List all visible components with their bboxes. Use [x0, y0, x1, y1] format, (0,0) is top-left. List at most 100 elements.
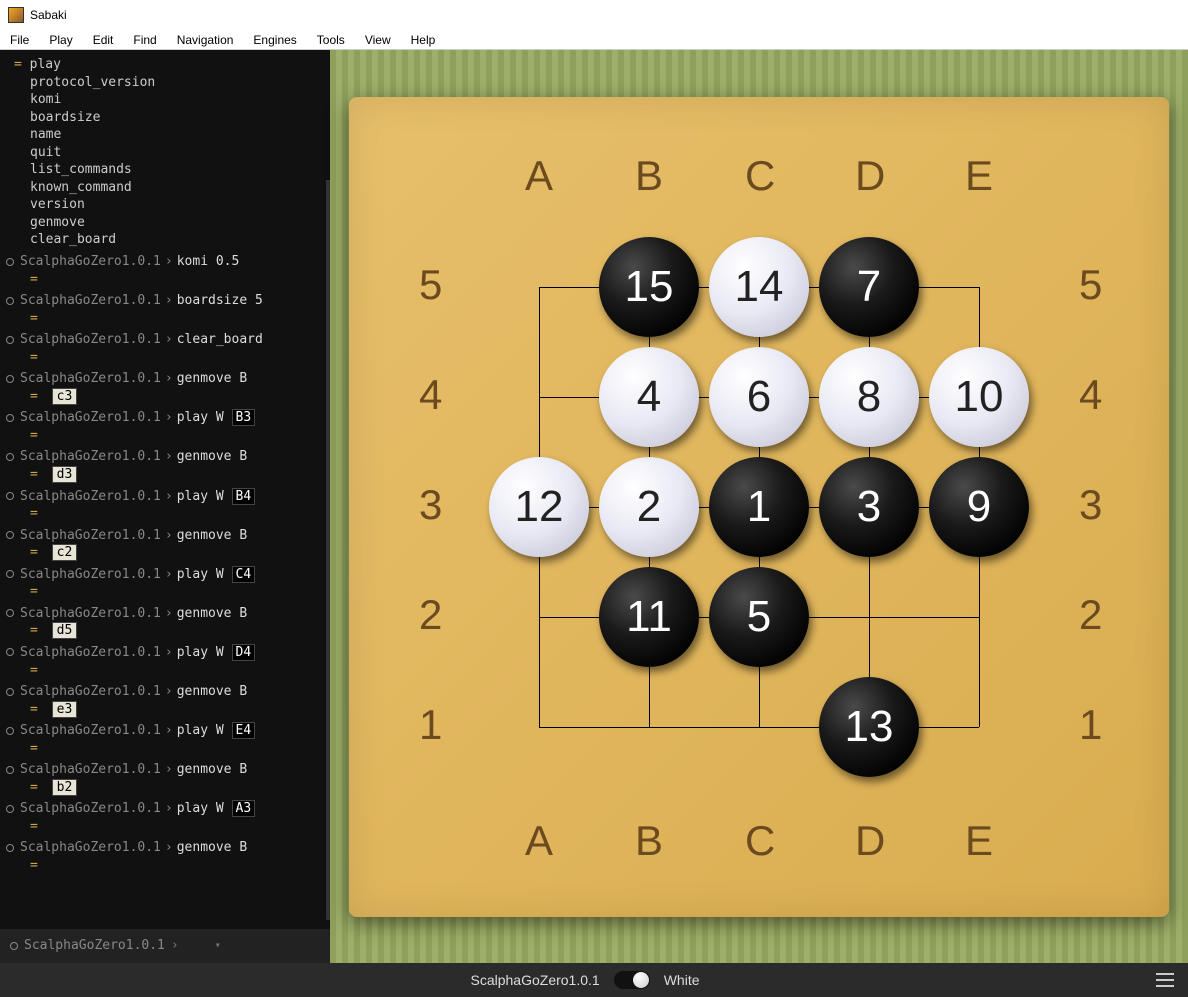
- status-dot-icon: [6, 375, 14, 383]
- status-dot-icon: [6, 570, 14, 578]
- coord-row: 5: [1079, 261, 1102, 309]
- cmd-boardsize: boardsize: [6, 109, 326, 127]
- coord-col: B: [635, 152, 663, 200]
- status-engine: ScalphaGoZero1.0.1: [471, 972, 600, 988]
- console-result: =: [6, 662, 326, 680]
- console-command: genmove B: [177, 606, 247, 621]
- caret-icon: ›: [165, 840, 173, 855]
- status-dot-icon: [6, 531, 14, 539]
- engine-label: ScalphaGoZero1.0.1: [20, 762, 161, 777]
- console-command: play W: [177, 801, 224, 816]
- menu-navigation[interactable]: Navigation: [167, 31, 244, 49]
- black-stone[interactable]: 1: [709, 457, 809, 557]
- white-stone[interactable]: 8: [819, 347, 919, 447]
- menu-engines[interactable]: Engines: [243, 31, 306, 49]
- console-command: clear_board: [177, 332, 263, 347]
- caret-icon: ›: [165, 762, 173, 777]
- white-stone[interactable]: 12: [489, 457, 589, 557]
- coord-row: 2: [1079, 591, 1102, 639]
- chevron-down-icon[interactable]: ▾: [215, 939, 221, 953]
- console-result: =: [6, 427, 326, 445]
- console-prompt[interactable]: ScalphaGoZero1.0.1 › ▾: [0, 929, 330, 963]
- console-result-value: b2: [52, 779, 78, 796]
- console-command: boardsize 5: [177, 293, 263, 308]
- console-entry: ScalphaGoZero1.0.1›boardsize 5: [6, 292, 326, 310]
- menu-help[interactable]: Help: [401, 31, 446, 49]
- console-entry: ScalphaGoZero1.0.1›play W B4: [6, 488, 326, 506]
- engine-label: ScalphaGoZero1.0.1: [20, 567, 161, 582]
- coord-col: C: [745, 817, 775, 865]
- gtp-console[interactable]: = play protocol_version komi boardsize n…: [0, 50, 330, 963]
- color-toggle[interactable]: [614, 971, 650, 989]
- status-dot-icon: [6, 414, 14, 422]
- console-result: = d5: [6, 622, 326, 640]
- coord-row: 4: [1079, 371, 1102, 419]
- menu-edit[interactable]: Edit: [83, 31, 124, 49]
- white-stone[interactable]: 6: [709, 347, 809, 447]
- status-side: White: [664, 972, 700, 988]
- menu-play[interactable]: Play: [39, 31, 82, 49]
- engine-label: ScalphaGoZero1.0.1: [20, 449, 161, 464]
- caret-icon: ›: [165, 254, 173, 269]
- console-command: genmove B: [177, 762, 247, 777]
- coord-row: 3: [1079, 481, 1102, 529]
- black-stone[interactable]: 7: [819, 237, 919, 337]
- console-entry: ScalphaGoZero1.0.1›play W C4: [6, 566, 326, 584]
- menu-find[interactable]: Find: [123, 31, 166, 49]
- black-stone[interactable]: 3: [819, 457, 919, 557]
- console-result: =: [6, 857, 326, 875]
- status-dot-icon: [6, 727, 14, 735]
- status-bar: ScalphaGoZero1.0.1 White: [0, 963, 1188, 997]
- console-result-value: e3: [52, 701, 78, 718]
- status-dot-icon: [6, 609, 14, 617]
- status-dot-icon: [6, 648, 14, 656]
- menu-tools[interactable]: Tools: [307, 31, 355, 49]
- console-command: play W: [177, 410, 224, 425]
- white-stone[interactable]: 10: [929, 347, 1029, 447]
- coord-row: 2: [419, 591, 442, 639]
- console-entry: ScalphaGoZero1.0.1›komi 0.5: [6, 253, 326, 271]
- console-entry: ScalphaGoZero1.0.1›genmove B: [6, 683, 326, 701]
- black-stone[interactable]: 13: [819, 677, 919, 777]
- white-stone[interactable]: 14: [709, 237, 809, 337]
- caret-icon: ›: [165, 645, 173, 660]
- coord-col: C: [745, 152, 775, 200]
- console-command: genmove B: [177, 528, 247, 543]
- app-icon: [8, 7, 24, 23]
- console-arg: E4: [232, 722, 256, 739]
- black-stone[interactable]: 15: [599, 237, 699, 337]
- console-result: =: [6, 583, 326, 601]
- coord-col: D: [855, 817, 885, 865]
- console-entry: ScalphaGoZero1.0.1›genmove B: [6, 839, 326, 857]
- black-stone[interactable]: 11: [599, 567, 699, 667]
- console-result: = d3: [6, 466, 326, 484]
- engine-label: ScalphaGoZero1.0.1: [20, 528, 161, 543]
- status-dot-icon: [6, 297, 14, 305]
- console-command: play W: [177, 723, 224, 738]
- menu-view[interactable]: View: [355, 31, 401, 49]
- white-stone[interactable]: 4: [599, 347, 699, 447]
- console-result: = b2: [6, 779, 326, 797]
- console-command: komi 0.5: [177, 254, 240, 269]
- console-result-value: c2: [52, 544, 78, 561]
- console-result: =: [6, 740, 326, 758]
- prompt-engine-name: ScalphaGoZero1.0.1: [24, 937, 165, 955]
- status-dot-icon: [6, 844, 14, 852]
- caret-icon: ›: [165, 489, 173, 504]
- coord-col: E: [965, 817, 993, 865]
- white-stone[interactable]: 2: [599, 457, 699, 557]
- cmd-quit: quit: [6, 144, 326, 162]
- cmd-list-commands: list_commands: [6, 161, 326, 179]
- status-dot-icon: [6, 258, 14, 266]
- console-result: = c2: [6, 544, 326, 562]
- menu-file[interactable]: File: [0, 31, 39, 49]
- console-entry: ScalphaGoZero1.0.1›genmove B: [6, 370, 326, 388]
- black-stone[interactable]: 5: [709, 567, 809, 667]
- console-command: play W: [177, 567, 224, 582]
- console-result: = e3: [6, 701, 326, 719]
- menu-hamburger-icon[interactable]: [1156, 973, 1174, 987]
- black-stone[interactable]: 9: [929, 457, 1029, 557]
- go-board[interactable]: AABBCCDDEE5544332211 1234567891011121314…: [349, 97, 1169, 917]
- engine-label: ScalphaGoZero1.0.1: [20, 293, 161, 308]
- goban-grid[interactable]: 123456789101112131415: [539, 287, 979, 727]
